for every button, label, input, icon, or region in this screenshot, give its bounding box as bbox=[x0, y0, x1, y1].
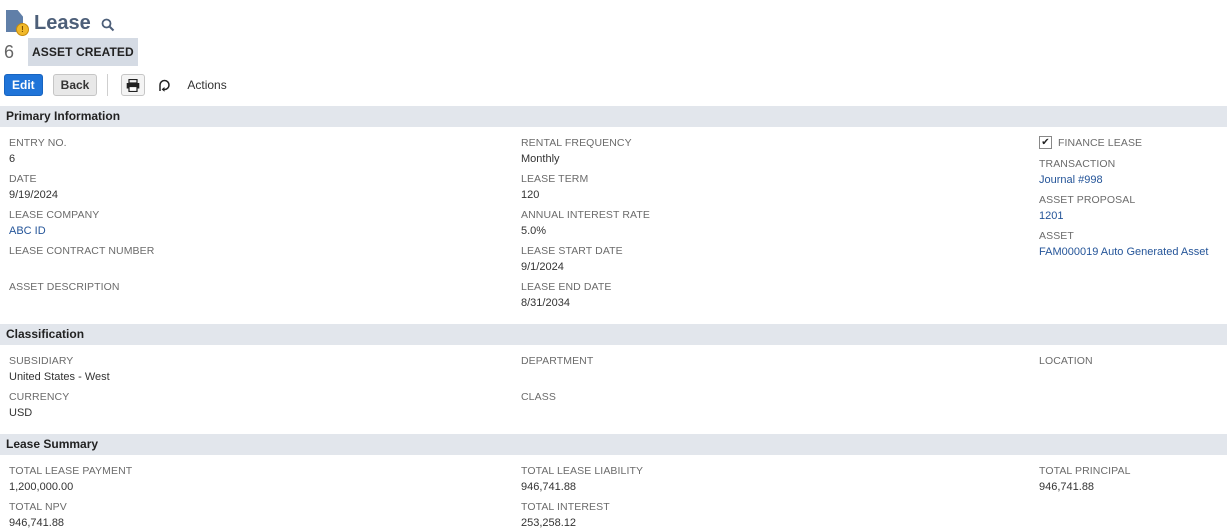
field-location: LOCATION bbox=[1039, 355, 1093, 368]
field-label: DEPARTMENT bbox=[521, 355, 594, 367]
field-label: TOTAL INTEREST bbox=[521, 501, 610, 513]
asset-link[interactable]: FAM000019 Auto Generated Asset bbox=[1039, 245, 1208, 260]
print-button[interactable] bbox=[121, 74, 146, 96]
field-label: LOCATION bbox=[1039, 355, 1093, 367]
record-number: 6 bbox=[4, 41, 15, 62]
toolbar-divider bbox=[107, 74, 109, 96]
print-icon bbox=[127, 78, 140, 92]
lease-company-link[interactable]: ABC ID bbox=[9, 224, 99, 239]
search-icon[interactable] bbox=[101, 18, 115, 32]
field-value: 1,200,000.00 bbox=[9, 481, 74, 493]
field-label: TOTAL LEASE LIABILITY bbox=[521, 465, 644, 477]
field-label: TOTAL PRINCIPAL bbox=[1039, 465, 1131, 477]
actions-menu[interactable]: Actions bbox=[187, 78, 226, 92]
field-label: ASSET PROPOSAL bbox=[1039, 194, 1136, 206]
field-value: 8/31/2034 bbox=[521, 297, 570, 309]
field-total-interest: TOTAL INTEREST 253,258.12 bbox=[521, 501, 610, 531]
field-label: TRANSACTION bbox=[1039, 158, 1116, 170]
field-label: CLASS bbox=[521, 391, 556, 403]
field-department: DEPARTMENT bbox=[521, 355, 593, 368]
field-finance-lease: ✔ FINANCE LEASE bbox=[1039, 135, 1142, 150]
field-label: RENTAL FREQUENCY bbox=[521, 137, 632, 149]
field-lease-end-date: LEASE END DATE 8/31/2034 bbox=[521, 281, 611, 311]
field-value: USD bbox=[9, 407, 33, 419]
field-class: CLASS bbox=[521, 391, 556, 404]
field-lease-start-date: LEASE START DATE 9/1/2024 bbox=[521, 245, 623, 275]
field-lease-company: LEASE COMPANY ABC ID bbox=[9, 209, 99, 239]
field-total-principal: TOTAL PRINCIPAL 946,741.88 bbox=[1039, 465, 1131, 495]
field-label: ANNUAL INTEREST RATE bbox=[521, 209, 650, 221]
field-label: ASSET DESCRIPTION bbox=[9, 281, 120, 293]
field-label: DATE bbox=[9, 173, 37, 185]
field-lease-term: LEASE TERM 120 bbox=[521, 173, 588, 203]
field-value: Monthly bbox=[521, 153, 560, 165]
page-title: Lease bbox=[34, 11, 91, 34]
field-value: 5.0% bbox=[521, 225, 547, 237]
field-label: LEASE START DATE bbox=[521, 245, 623, 257]
section-lease-summary[interactable]: Lease Summary bbox=[0, 434, 1227, 455]
field-asset: ASSET FAM000019 Auto Generated Asset bbox=[1039, 230, 1208, 260]
toolbar: Edit Back Actions bbox=[4, 73, 227, 97]
field-label: LEASE CONTRACT NUMBER bbox=[9, 245, 155, 257]
field-label: TOTAL LEASE PAYMENT bbox=[9, 465, 133, 477]
field-value: 946,741.88 bbox=[521, 481, 577, 493]
page-header: ! Lease bbox=[4, 8, 115, 38]
section-primary-information[interactable]: Primary Information bbox=[0, 106, 1227, 127]
field-total-lease-liability: TOTAL LEASE LIABILITY 946,741.88 bbox=[521, 465, 643, 495]
checkmark-icon: ✔ bbox=[1041, 137, 1050, 148]
field-annual-interest-rate: ANNUAL INTEREST RATE 5.0% bbox=[521, 209, 650, 239]
section-classification[interactable]: Classification bbox=[0, 324, 1227, 345]
field-entry-no: ENTRY NO. 6 bbox=[9, 137, 67, 167]
field-label: LEASE TERM bbox=[521, 173, 589, 185]
field-label: ASSET bbox=[1039, 230, 1074, 242]
field-value: 946,741.88 bbox=[1039, 481, 1095, 493]
lease-record-icon: ! bbox=[4, 10, 29, 36]
edit-button[interactable]: Edit bbox=[4, 74, 43, 96]
field-subsidiary: SUBSIDIARY United States - West bbox=[9, 355, 110, 385]
field-label: TOTAL NPV bbox=[9, 501, 67, 513]
field-date: DATE 9/19/2024 bbox=[9, 173, 58, 203]
field-label: LEASE END DATE bbox=[521, 281, 612, 293]
field-value: 6 bbox=[9, 153, 16, 165]
actions-icon[interactable] bbox=[157, 77, 173, 93]
field-label: FINANCE LEASE bbox=[1058, 137, 1143, 149]
field-label: SUBSIDIARY bbox=[9, 355, 74, 367]
field-total-lease-payment: TOTAL LEASE PAYMENT 1,200,000.00 bbox=[9, 465, 132, 495]
transaction-link[interactable]: Journal #998 bbox=[1039, 173, 1115, 188]
field-asset-proposal: ASSET PROPOSAL 1201 bbox=[1039, 194, 1135, 224]
field-label: LEASE COMPANY bbox=[9, 209, 100, 221]
status-badge: ASSET CREATED bbox=[28, 38, 138, 66]
field-label: CURRENCY bbox=[9, 391, 70, 403]
record-status-row: 6 ASSET CREATED bbox=[4, 38, 138, 66]
asset-proposal-link[interactable]: 1201 bbox=[1039, 209, 1135, 224]
field-total-npv: TOTAL NPV 946,741.88 bbox=[9, 501, 67, 531]
back-button[interactable]: Back bbox=[52, 74, 98, 96]
field-label: ENTRY NO. bbox=[9, 137, 67, 149]
field-asset-description: ASSET DESCRIPTION bbox=[9, 281, 120, 294]
field-currency: CURRENCY USD bbox=[9, 391, 69, 421]
finance-lease-checkbox[interactable]: ✔ bbox=[1039, 136, 1052, 149]
field-lease-contract-number: LEASE CONTRACT NUMBER bbox=[9, 245, 154, 258]
field-value: 9/1/2024 bbox=[521, 261, 564, 273]
field-value: 9/19/2024 bbox=[9, 189, 58, 201]
field-value: 120 bbox=[521, 189, 540, 201]
field-transaction: TRANSACTION Journal #998 bbox=[1039, 158, 1115, 188]
field-rental-frequency: RENTAL FREQUENCY Monthly bbox=[521, 137, 632, 167]
field-value: United States - West bbox=[9, 371, 110, 383]
